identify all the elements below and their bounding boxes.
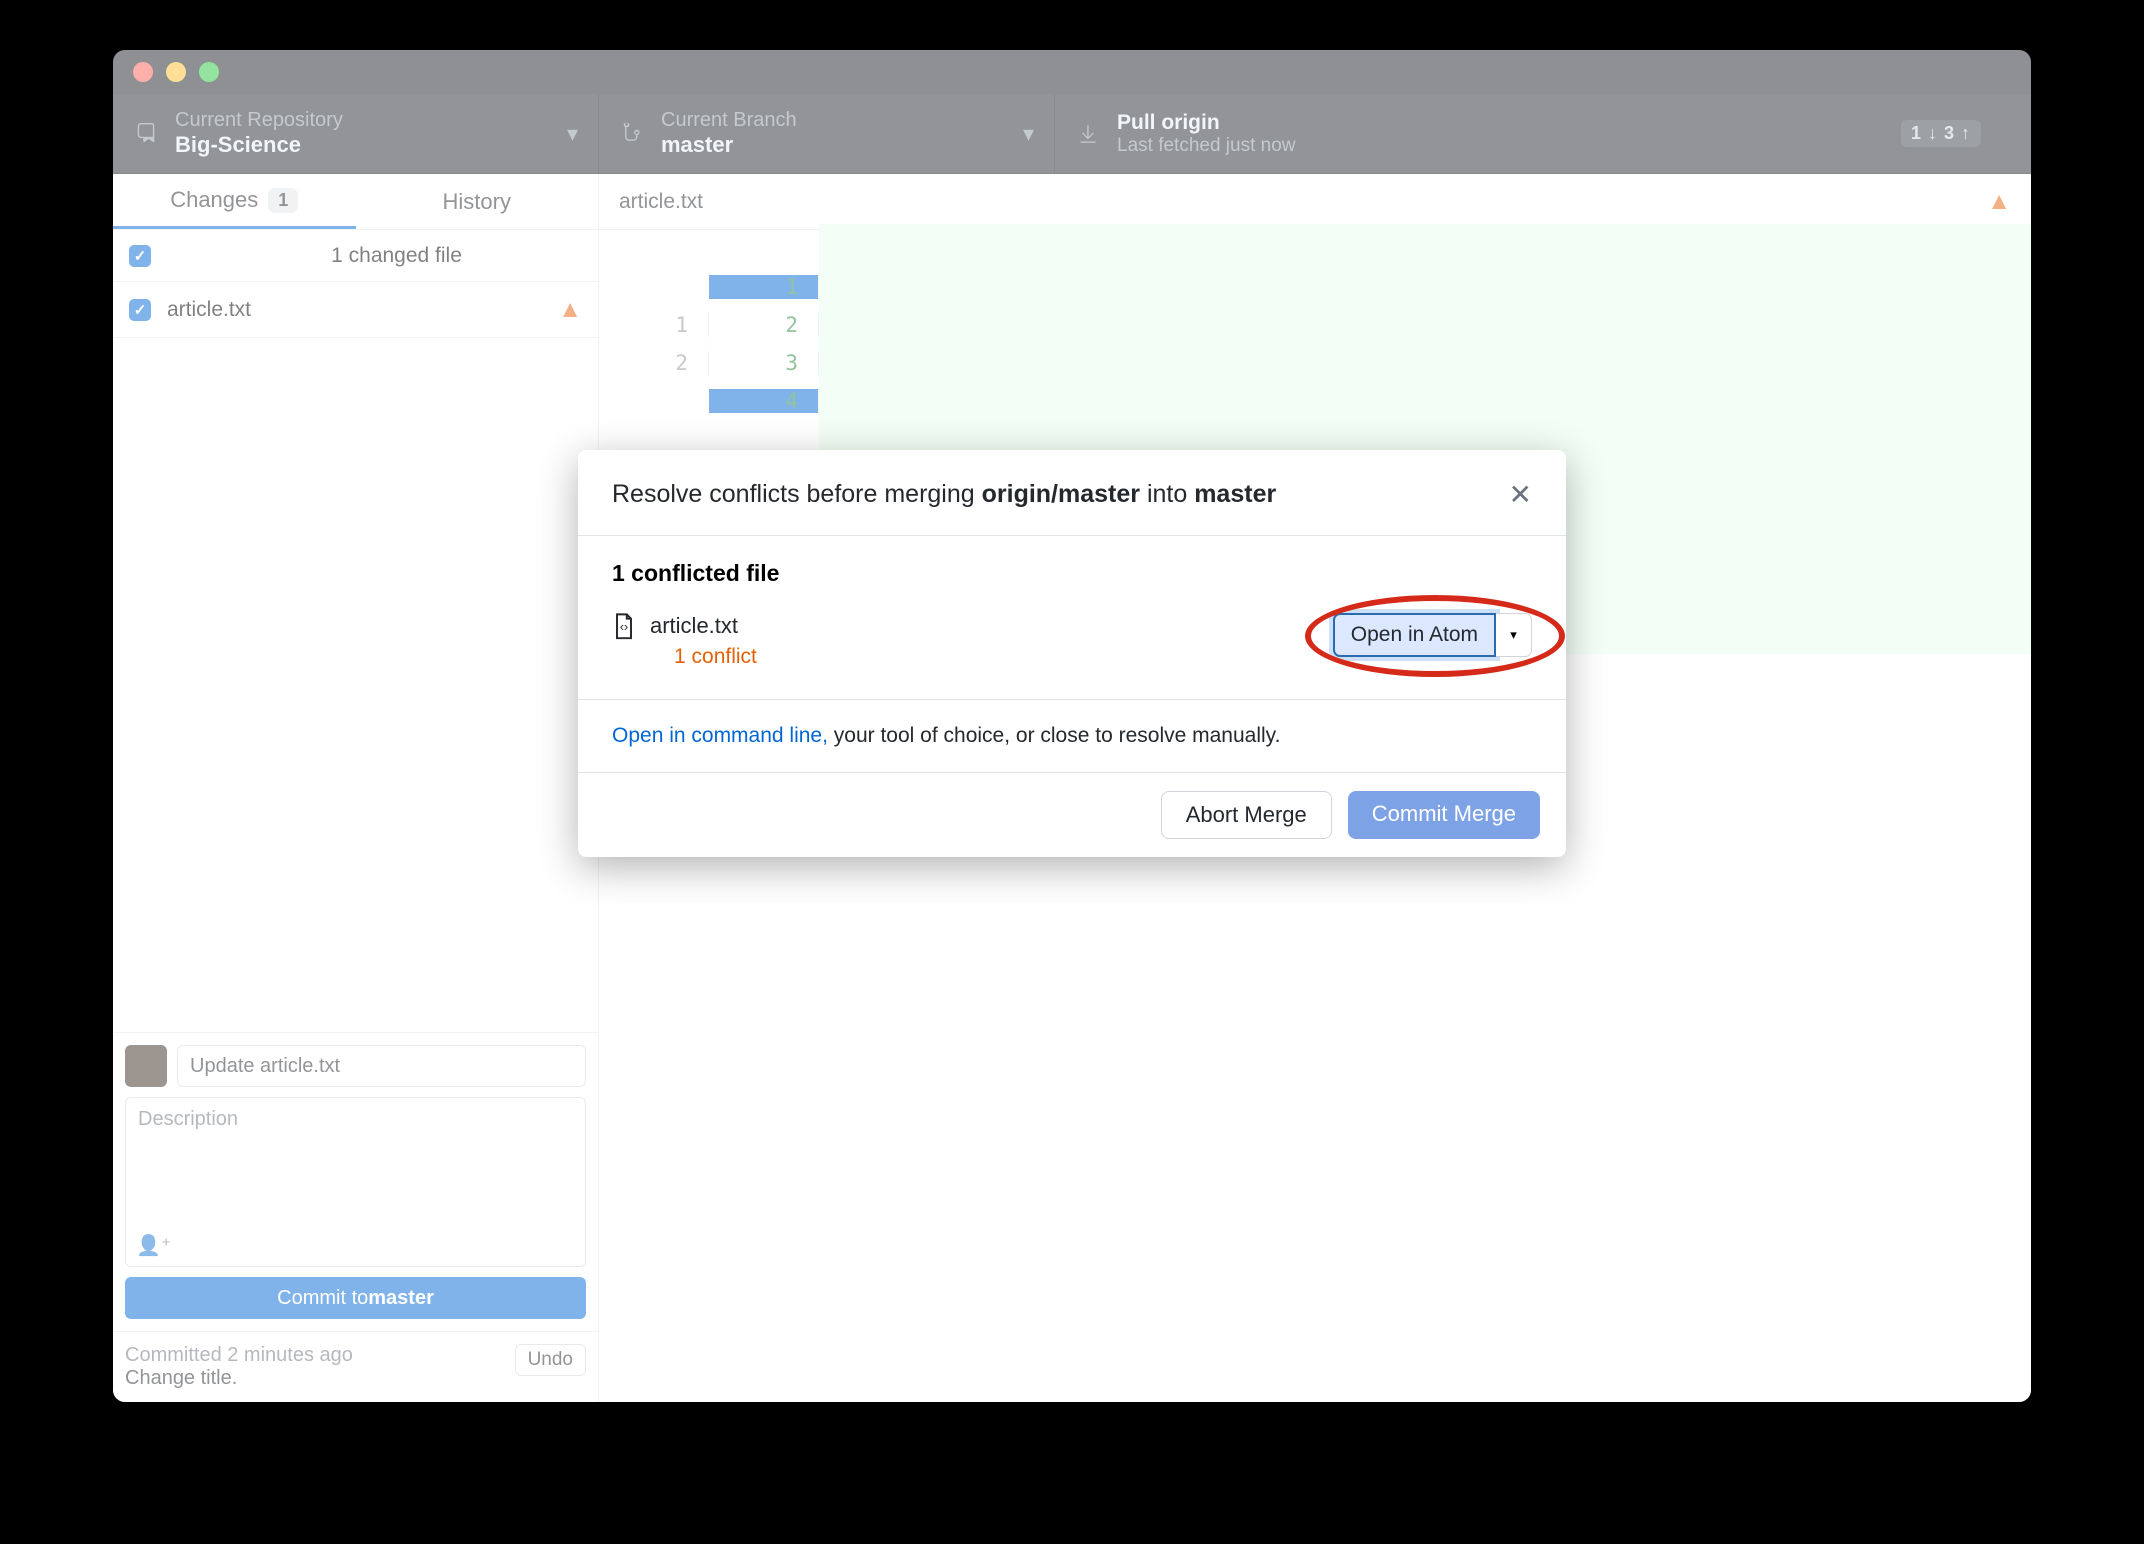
close-icon[interactable]: ✕ [1509,478,1532,511]
modal-title: Resolve conflicts before merging origin/… [612,480,1276,509]
app-window: Current Repository Big-Science ▾ Current… [113,50,2031,1402]
conflict-file-count: 1 conflict [674,645,757,669]
commit-merge-button[interactable]: Commit Merge [1348,791,1540,839]
modal-hint: Open in command line, your tool of choic… [578,699,1566,772]
open-command-line-link[interactable]: Open in command line, [612,724,828,747]
conflict-file-name: article.txt [650,613,757,639]
modal-hint-rest: your tool of choice, or close to resolve… [828,724,1281,747]
conflict-modal: Resolve conflicts before merging origin/… [578,450,1566,857]
modal-overlay: Resolve conflicts before merging origin/… [113,50,2031,1402]
svg-text:‹›: ‹› [620,620,628,634]
open-in-editor-button[interactable]: Open in Atom [1333,613,1496,657]
open-in-editor-dropdown[interactable]: ▾ [1496,613,1532,657]
conflict-count: 1 conflicted file [612,560,1532,587]
abort-merge-button[interactable]: Abort Merge [1161,791,1332,839]
file-diff-icon: ‹› [612,613,636,641]
